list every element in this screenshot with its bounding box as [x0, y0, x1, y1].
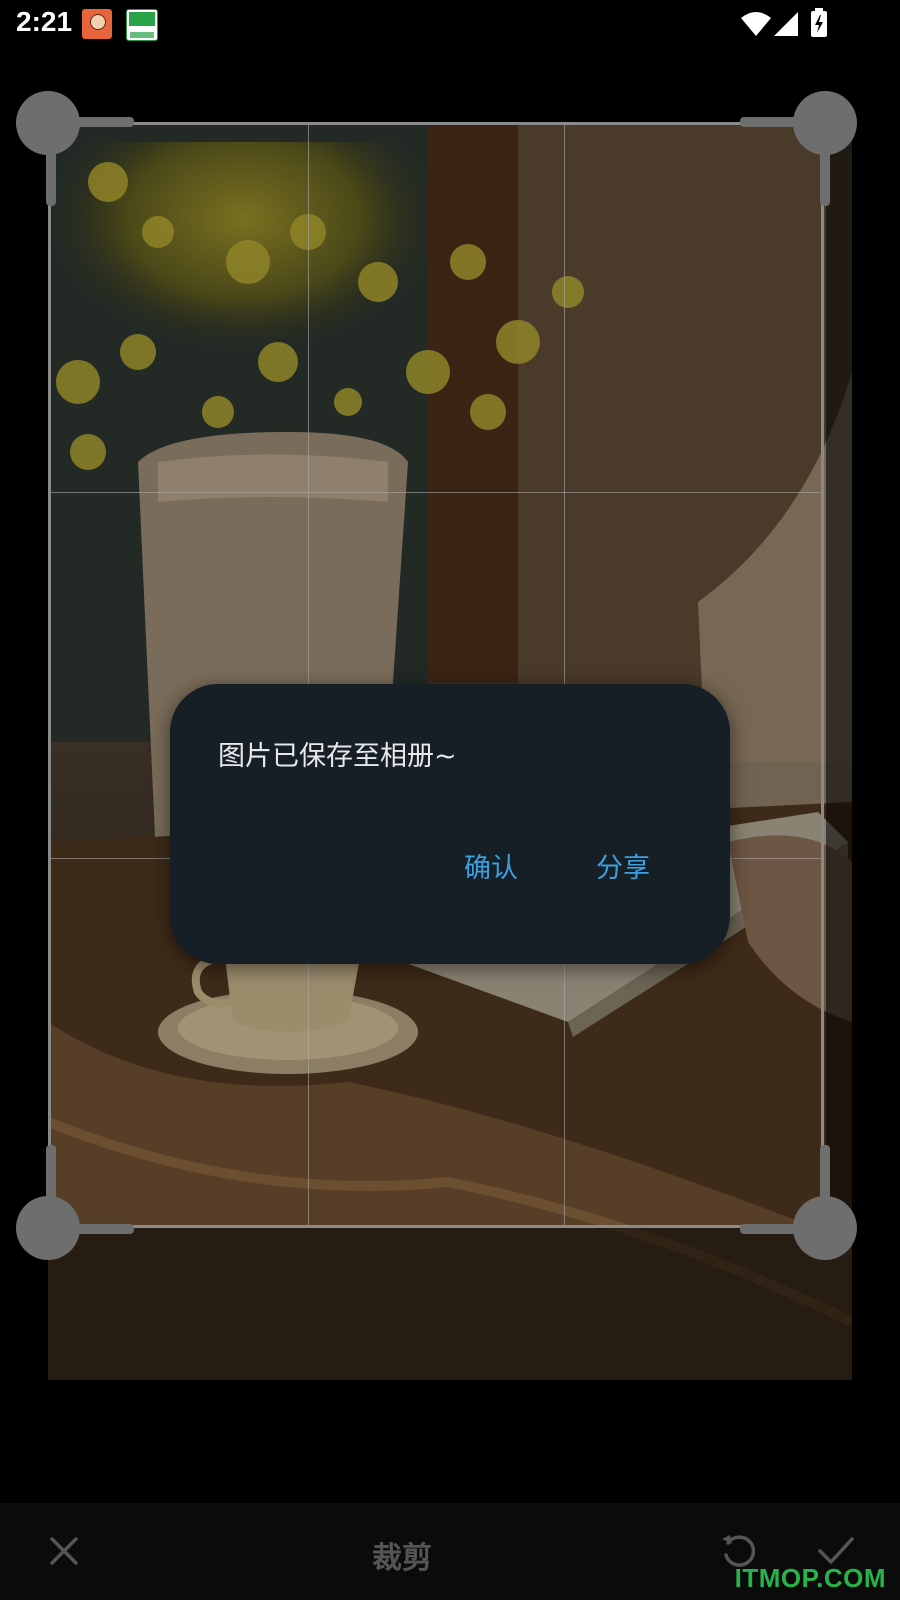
share-button[interactable]: 分享 — [596, 846, 650, 885]
grid-line — [307, 125, 309, 1225]
crop-corner-handle-bottom-left[interactable] — [16, 1196, 80, 1260]
save-dialog: 图片已保存至相册~ 确认 分享 — [170, 684, 730, 964]
app-notification-icon — [82, 9, 112, 39]
dialog-message: 图片已保存至相册~ — [218, 741, 457, 772]
status-time: 2:21 — [16, 6, 73, 37]
wifi-icon — [741, 12, 771, 36]
crop-frame[interactable] — [48, 122, 824, 1228]
watermark-text: ITMOP.COM — [734, 1563, 886, 1593]
grid-line — [564, 125, 566, 1225]
crop-corner-handle-bottom-right[interactable] — [793, 1196, 857, 1260]
crop-dim-overlay — [826, 122, 852, 1228]
crop-dim-overlay — [48, 1228, 852, 1380]
toolbar-title: 裁剪 — [372, 1541, 432, 1576]
bottom-toolbar: 裁剪 ITMOP.COM — [0, 1503, 900, 1600]
grid-line — [51, 491, 821, 493]
status-bar: 2:21 — [0, 0, 900, 50]
crop-corner-handle-top-left[interactable] — [16, 91, 80, 155]
battery-charging-icon — [811, 8, 827, 37]
crop-screen: 2:21 图片已保存至相册~ 确认 分享 裁剪 ITMOP.COM — [0, 0, 900, 1600]
crop-corner-handle-top-right[interactable] — [793, 91, 857, 155]
confirm-button[interactable]: 确认 — [464, 846, 518, 885]
app-notification-icon — [126, 9, 158, 41]
signal-icon — [774, 12, 798, 36]
